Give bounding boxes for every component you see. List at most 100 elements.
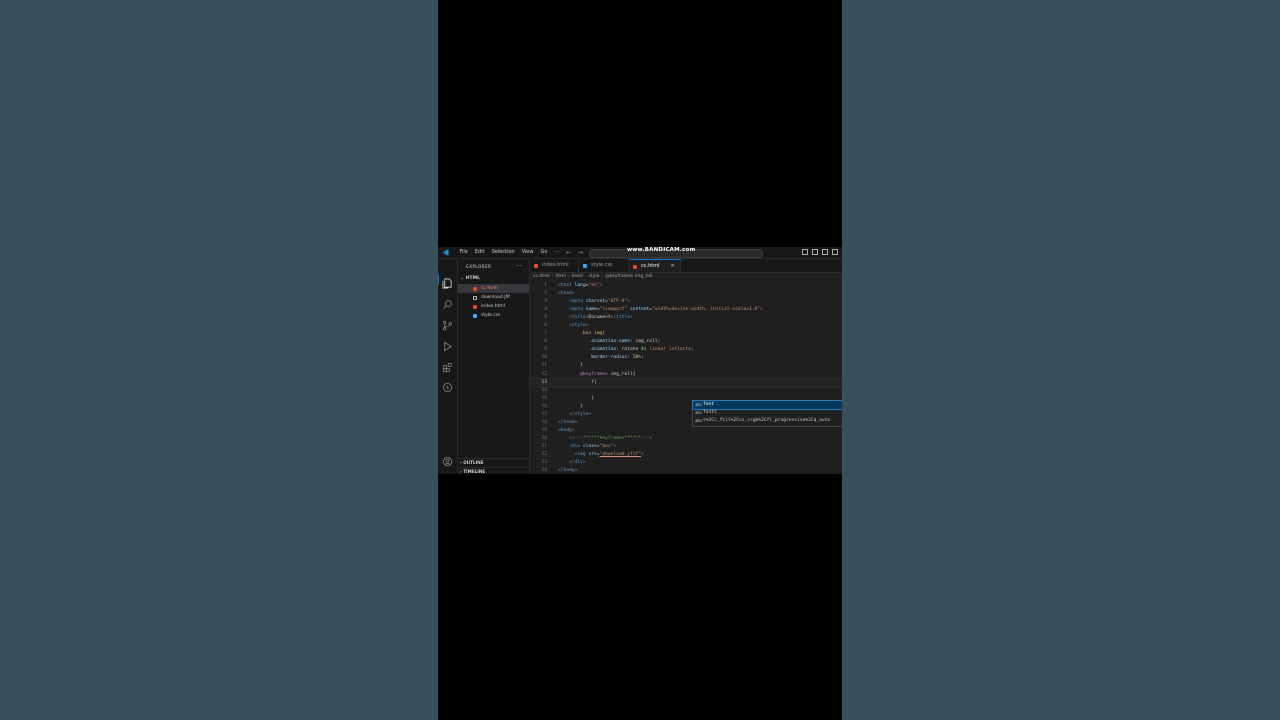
file-name: download.jfif <box>481 295 510 300</box>
code-line: 19 <body> <box>530 427 842 435</box>
code-line: 7 .box img{ <box>530 330 842 338</box>
breadcrumb-item[interactable]: head <box>572 274 583 279</box>
code-line: 12 @keyframes img_roll{ <box>530 371 842 379</box>
toggle-panel-icon[interactable] <box>812 249 818 255</box>
line-number: 8 <box>544 339 547 345</box>
title-bar: File Edit Selection View Go ··· ← → www.… <box>438 247 842 259</box>
toggle-sidebar-icon[interactable] <box>802 249 808 255</box>
tab-label: cc.html <box>641 263 660 269</box>
extensions-icon[interactable] <box>442 358 453 373</box>
code-line: 9 animation: rotate 4s linear infinite; <box>530 346 842 354</box>
line-number: 6 <box>544 323 547 329</box>
code-line: 1 <html lang="en"> <box>530 282 842 290</box>
menu-edit[interactable]: Edit <box>471 247 488 258</box>
code-line: 22 <img src="download.jfif"> <box>530 451 842 459</box>
line-number: 2 <box>544 291 547 297</box>
run-debug-icon[interactable] <box>442 337 453 352</box>
forward-arrow-icon[interactable]: → <box>578 249 583 256</box>
code-editor[interactable]: 1 <html lang="en"> 2 <head> 3 <meta charse… <box>529 282 842 474</box>
vscode-logo-icon <box>442 249 449 256</box>
timeline-section[interactable]: › TIMELINE <box>460 469 485 474</box>
code-line: 10 border-radius: 50%; <box>530 354 842 362</box>
menu-go[interactable]: Go <box>537 247 551 258</box>
line-number: 13 <box>541 379 547 385</box>
chevron-down-icon: ⌄ <box>460 276 464 281</box>
source-control-icon[interactable] <box>442 316 453 331</box>
file-name: style.css <box>481 313 501 318</box>
breadcrumb-item[interactable]: style <box>589 274 600 279</box>
suggestion-item[interactable]: abc s%2Cc_fill%2Ccs_srgb%2Cfl_progressive… <box>693 417 842 425</box>
menu-more[interactable]: ··· <box>551 247 563 258</box>
outline-section[interactable]: › OUTLINE <box>460 460 484 465</box>
tab-label: index.html <box>542 262 569 268</box>
menu-selection[interactable]: Selection <box>488 247 518 258</box>
file-item-cc-html[interactable]: cc.html <box>458 284 529 293</box>
file-item-download-jfif[interactable]: download.jfif <box>458 293 529 302</box>
html-file-icon <box>534 263 538 268</box>
text-suggestion-icon: abc <box>695 402 703 407</box>
suggestion-item[interactable]: abc font <box>692 400 842 410</box>
explorer-sidebar: EXPLORER ··· ⌄ HTML cc.html download.jfif… <box>458 259 530 474</box>
account-icon[interactable] <box>442 452 453 467</box>
line-number: 11 <box>541 363 547 369</box>
line-number: 9 <box>544 347 547 353</box>
gear-icon[interactable] <box>442 472 453 474</box>
bandicam-watermark: www.BANDICAM.com <box>627 247 696 253</box>
code-line: 23 </div> <box>530 459 842 467</box>
breadcrumb-item[interactable]: html <box>555 274 565 279</box>
code-line: 2 <head> <box>530 290 842 298</box>
autocomplete-popup: abc font abc fonts abc s%2Cc_fill%2Ccs_srgb… <box>692 400 842 427</box>
line-number: 5 <box>544 315 547 321</box>
breadcrumb-item[interactable]: cc.html <box>533 274 550 279</box>
line-number: 4 <box>544 307 547 313</box>
tab-style-css[interactable]: style.css <box>579 259 629 272</box>
tab-index-html[interactable]: index.html <box>530 259 579 272</box>
html-file-icon <box>633 264 637 269</box>
breadcrumb-item[interactable]: @keyframes img_roll <box>605 274 652 279</box>
line-number: 22 <box>541 451 547 457</box>
css-file-icon <box>473 313 477 318</box>
code-line: 24 </body> <box>530 467 842 474</box>
close-icon[interactable]: × <box>670 260 675 273</box>
toggle-secondary-sidebar-icon[interactable] <box>822 249 828 255</box>
folder-html[interactable]: ⌄ HTML <box>460 276 480 281</box>
layout-controls <box>802 249 838 255</box>
line-number: 15 <box>541 395 547 401</box>
breadcrumb: cc.html › html › head › style › @keyframes img_r… <box>533 274 653 279</box>
file-name: index.html <box>481 304 505 309</box>
text-suggestion-icon: abc <box>695 410 703 415</box>
suggestion-label: s%2Cc_fill%2Ccs_srgb%2Cfl_progressive%2C… <box>703 418 831 423</box>
tab-cc-html[interactable]: cc.html × <box>629 259 681 272</box>
editor-tabs: index.html style.css cc.html × <box>530 259 842 273</box>
search-icon[interactable] <box>442 295 453 309</box>
menu-file[interactable]: File <box>456 247 471 258</box>
file-item-style-css[interactable]: style.css <box>458 311 529 320</box>
section-divider <box>458 458 529 459</box>
menu-view[interactable]: View <box>518 247 537 258</box>
customize-layout-icon[interactable] <box>832 249 838 255</box>
css-file-icon <box>583 263 587 268</box>
code-line: 8 animation-name: img_roll; <box>530 338 842 346</box>
code-line: 3 <meta charset="UTF-8"> <box>530 298 842 306</box>
tab-label: style.css <box>591 262 613 268</box>
file-name: cc.html <box>481 286 498 291</box>
explorer-more-actions[interactable]: ··· <box>516 263 522 270</box>
active-indicator <box>438 274 439 285</box>
line-number: 19 <box>541 427 547 433</box>
file-item-index-html[interactable]: index.html <box>458 302 529 311</box>
code-line: 11 } <box>530 362 842 370</box>
image-file-icon <box>473 295 477 300</box>
line-number: 21 <box>541 443 547 449</box>
outline-label: OUTLINE <box>463 460 484 465</box>
suggestion-item[interactable]: abc fonts <box>693 409 842 417</box>
menu-bar: File Edit Selection View Go ··· <box>456 247 563 258</box>
remote-icon[interactable] <box>442 378 453 393</box>
folder-label: HTML <box>465 276 480 281</box>
explorer-icon[interactable] <box>442 274 453 289</box>
vscode-window: File Edit Selection View Go ··· ← → www.… <box>438 247 842 474</box>
line-number: 1 <box>544 283 547 288</box>
file-tree: cc.html download.jfif index.html style.c… <box>458 284 529 320</box>
back-arrow-icon[interactable]: ← <box>566 249 571 256</box>
code-line: 21 <div class="box"> <box>530 443 842 451</box>
nav-arrows: ← → <box>566 247 588 258</box>
